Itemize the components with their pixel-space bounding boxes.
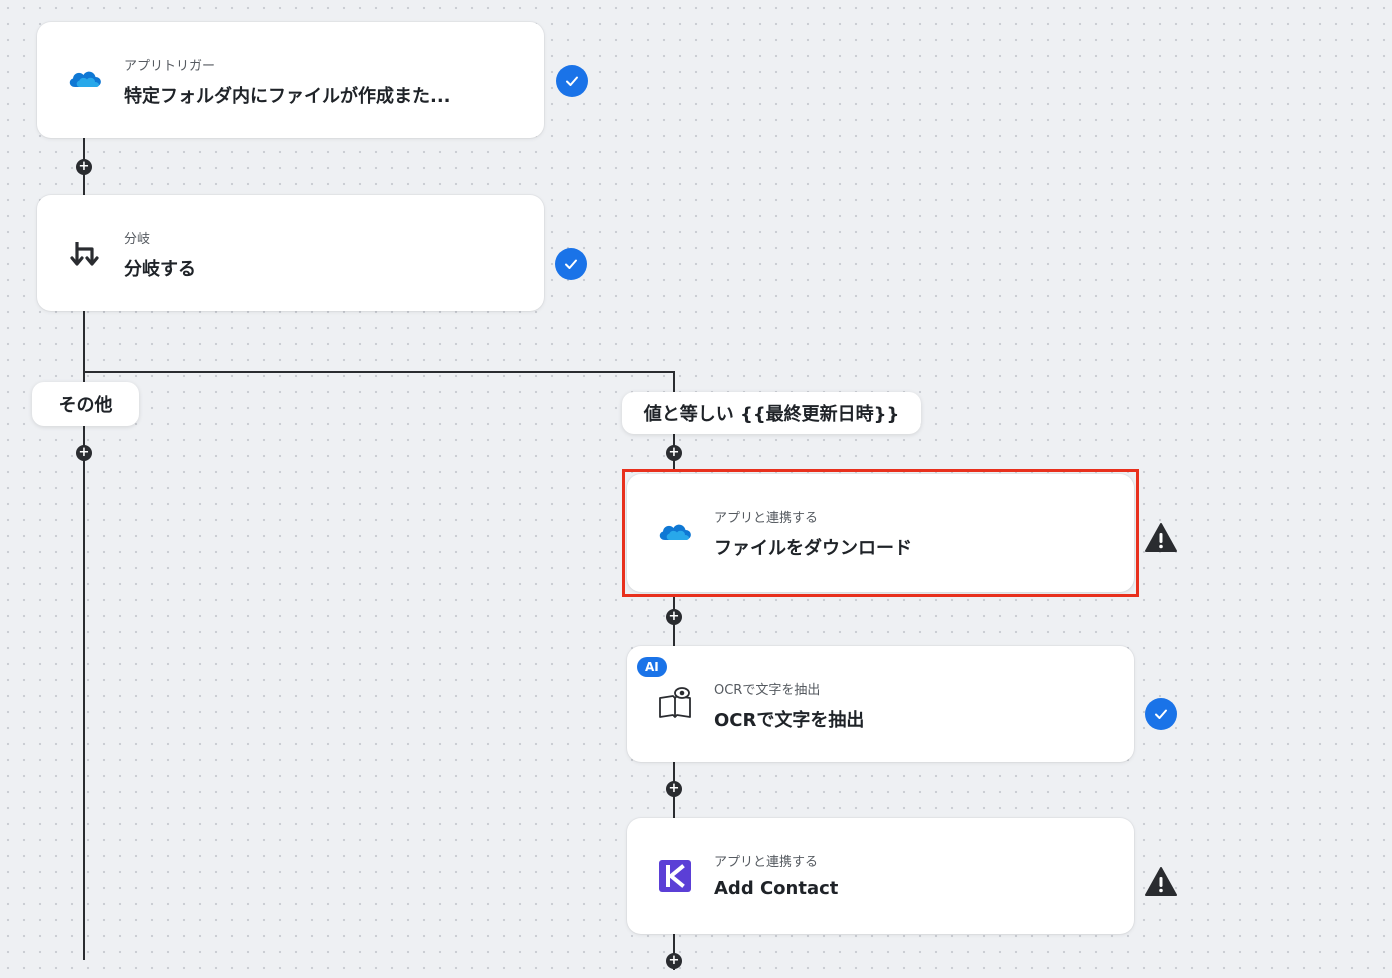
warning-icon	[1145, 867, 1177, 896]
branch-horizontal-line	[83, 371, 675, 373]
add-contact-step-card[interactable]: アプリと連携する Add Contact	[627, 818, 1134, 934]
krayin-k-icon	[659, 860, 691, 892]
step-title: 分岐する	[124, 259, 196, 280]
onedrive-cloud-icon	[69, 71, 101, 87]
step-subtitle: 分岐	[124, 232, 151, 247]
step-title: ファイルをダウンロード	[714, 538, 912, 559]
branch-label-condition[interactable]: 値と等しい {{最終更新日時}}	[622, 392, 921, 434]
check-icon	[1145, 698, 1177, 730]
step-subtitle: OCRで文字を抽出	[714, 683, 821, 698]
add-step-button[interactable]: +	[666, 953, 682, 969]
ocr-step-card[interactable]: OCRで文字を抽出 OCRで文字を抽出	[627, 646, 1134, 762]
onedrive-cloud-icon	[659, 524, 691, 540]
step-title: 特定フォルダ内にファイルが作成また...	[124, 86, 451, 107]
branch-icon	[70, 242, 99, 266]
add-step-button[interactable]: +	[76, 159, 92, 175]
ai-badge: AI	[637, 657, 667, 677]
warning-icon	[1145, 523, 1177, 552]
add-step-button[interactable]: +	[76, 445, 92, 461]
trigger-step-card[interactable]: アプリトリガー 特定フォルダ内にファイルが作成また...	[37, 22, 544, 138]
add-step-button[interactable]: +	[666, 781, 682, 797]
check-icon	[555, 248, 587, 280]
step-title: OCRで文字を抽出	[714, 710, 865, 731]
step-subtitle: アプリと連携する	[714, 855, 819, 870]
branch-step-card[interactable]: 分岐 分岐する	[37, 195, 544, 311]
branch-label-other[interactable]: その他	[32, 382, 139, 426]
ocr-book-eye-icon	[659, 687, 691, 718]
add-step-button[interactable]: +	[666, 609, 682, 625]
check-icon	[556, 65, 588, 97]
add-step-button[interactable]: +	[666, 445, 682, 461]
download-file-step-card[interactable]: アプリと連携する ファイルをダウンロード	[627, 474, 1134, 592]
step-subtitle: アプリと連携する	[714, 511, 819, 526]
step-title: Add Contact	[714, 878, 839, 899]
step-subtitle: アプリトリガー	[124, 59, 216, 74]
